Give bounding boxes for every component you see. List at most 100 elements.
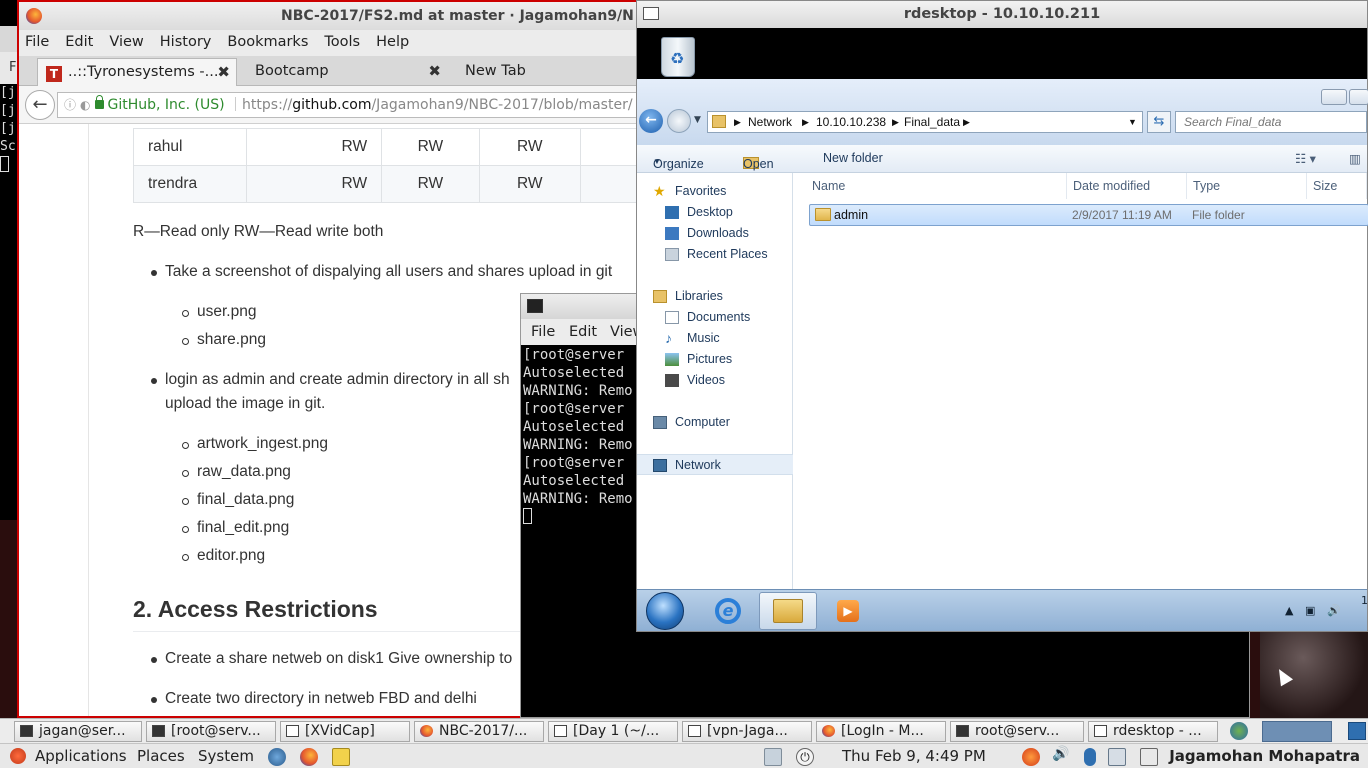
column-header-size[interactable]: Size bbox=[1307, 173, 1367, 199]
volume-icon[interactable]: 🔊 bbox=[1052, 746, 1070, 764]
back-arrow-icon[interactable]: ← bbox=[639, 109, 663, 133]
firefox-titlebar[interactable]: NBC-2017/FS2.md at master · Jagamohan9/N bbox=[19, 2, 638, 30]
menu-history[interactable]: History bbox=[152, 30, 220, 56]
menu-edit[interactable]: Edit bbox=[569, 324, 597, 340]
user-name[interactable]: Jagamohan Mohapatra bbox=[1169, 747, 1360, 765]
nav-music[interactable]: ♪ Music bbox=[637, 328, 793, 349]
back-button[interactable]: ← bbox=[25, 90, 55, 120]
menu-places[interactable]: Places bbox=[137, 747, 185, 765]
new-folder-button[interactable]: New folder bbox=[823, 151, 883, 165]
nav-recent-places[interactable]: Recent Places bbox=[637, 244, 793, 265]
menu-file[interactable]: File bbox=[19, 30, 57, 56]
update-alert-icon[interactable] bbox=[1022, 748, 1040, 766]
tab-tyronesystems[interactable]: T ..::Tyronesystems -... ✖ bbox=[37, 58, 237, 86]
minimize-button[interactable] bbox=[1321, 89, 1347, 105]
network-tray-icon[interactable]: ▣ bbox=[1305, 604, 1315, 617]
breadcrumb-final-data[interactable]: Final_data bbox=[904, 112, 960, 132]
taskbar-item[interactable]: rdesktop - ... bbox=[1088, 721, 1218, 742]
folder-icon bbox=[815, 208, 831, 221]
column-header-name[interactable]: Name bbox=[793, 173, 1067, 199]
menu-edit[interactable]: Edit bbox=[57, 30, 101, 56]
breadcrumb-network[interactable]: Network bbox=[748, 112, 792, 132]
column-header-type[interactable]: Type bbox=[1187, 173, 1307, 199]
terminal-output[interactable]: [root@server Autoselected WARNING: Remo [ro… bbox=[523, 346, 633, 526]
menu-system[interactable]: System bbox=[198, 747, 254, 765]
nav-pictures[interactable]: Pictures bbox=[637, 349, 793, 370]
nav-videos[interactable]: Videos bbox=[637, 370, 793, 391]
column-header-date[interactable]: Date modified bbox=[1067, 173, 1187, 199]
info-icon[interactable]: ⓘ bbox=[64, 98, 76, 112]
recycle-bin-icon[interactable] bbox=[661, 37, 695, 77]
list-item-continued: upload the image in git. bbox=[165, 395, 326, 412]
nav-desktop[interactable]: Desktop bbox=[637, 202, 793, 223]
maximize-button[interactable] bbox=[1349, 89, 1368, 105]
sub-bullet bbox=[182, 338, 189, 345]
close-icon[interactable]: ✖ bbox=[428, 58, 441, 84]
nav-downloads[interactable]: Downloads bbox=[637, 223, 793, 244]
media-player-icon[interactable]: ▶ bbox=[837, 600, 859, 622]
taskbar-label: [root@serv... bbox=[171, 723, 261, 739]
nav-documents[interactable]: Documents bbox=[637, 307, 793, 328]
address-bar[interactable]: ▶ Network ▶ 10.10.10.238 ▶ Final_data ▶ … bbox=[707, 111, 1143, 133]
nav-computer[interactable]: Computer bbox=[637, 412, 793, 433]
nav-libraries[interactable]: Libraries bbox=[637, 286, 793, 307]
nav-label: Videos bbox=[687, 373, 725, 387]
tray-expand-icon[interactable]: ▲ bbox=[1285, 604, 1293, 617]
taskbar-item[interactable]: [XVidCap] bbox=[280, 721, 410, 742]
list-item: final_data.png bbox=[197, 491, 295, 508]
preview-pane-icon[interactable]: ▥ bbox=[1349, 151, 1361, 166]
taskbar-item[interactable]: [LogIn - M... bbox=[816, 721, 946, 742]
globe-icon[interactable] bbox=[1230, 722, 1248, 740]
url-bar[interactable]: ⓘ ◐ GitHub, Inc. (US) https://github.com/J… bbox=[57, 92, 638, 118]
file-row[interactable]: admin 2/9/2017 11:19 AM File folder bbox=[809, 204, 1368, 226]
chevron-right-icon: ▶ bbox=[734, 117, 741, 127]
history-dropdown-icon[interactable]: ▼ bbox=[694, 115, 701, 125]
screenshot-icon[interactable] bbox=[764, 748, 782, 766]
nav-label: Documents bbox=[687, 310, 751, 324]
tab-bootcamp[interactable]: Bootcamp ✖ bbox=[247, 58, 447, 86]
forward-arrow-icon[interactable] bbox=[667, 109, 691, 133]
menu-file[interactable]: File bbox=[531, 324, 555, 340]
taskbar-item[interactable]: root@serv... bbox=[950, 721, 1084, 742]
rdesktop-titlebar[interactable]: rdesktop - 10.10.10.211 bbox=[637, 1, 1367, 28]
menu-tools[interactable]: Tools bbox=[316, 30, 368, 56]
volume-icon[interactable]: 🔊 bbox=[1327, 604, 1341, 617]
taskbar-item[interactable]: [root@serv... bbox=[146, 721, 276, 742]
refresh-icon[interactable]: ⇆ bbox=[1147, 111, 1171, 133]
taskbar-item[interactable]: NBC-2017/... bbox=[414, 721, 544, 742]
workspace-switcher[interactable] bbox=[1262, 721, 1332, 742]
nav-favorites[interactable]: ★ Favorites bbox=[637, 181, 793, 202]
search-input[interactable]: Search Final_data bbox=[1175, 111, 1367, 133]
table-cell: RW bbox=[246, 128, 383, 166]
close-icon[interactable]: ✖ bbox=[217, 59, 230, 85]
battery-icon[interactable] bbox=[1140, 748, 1158, 766]
notes-launcher-icon[interactable] bbox=[332, 748, 350, 766]
show-desktop-icon[interactable] bbox=[1348, 722, 1366, 740]
start-button[interactable] bbox=[646, 592, 684, 630]
view-options-icon[interactable]: ☷ ▾ bbox=[1295, 151, 1316, 166]
taskbar-item[interactable]: [Day 1 (~/... bbox=[548, 721, 678, 742]
sub-bullet bbox=[182, 554, 189, 561]
list-item: artwork_ingest.png bbox=[197, 435, 328, 452]
network-globe-icon[interactable] bbox=[268, 748, 286, 766]
menu-help[interactable]: Help bbox=[368, 30, 417, 56]
nav-network[interactable]: Network bbox=[637, 454, 793, 475]
tyrone-favicon: T bbox=[46, 66, 62, 82]
breadcrumb-ip[interactable]: 10.10.10.238 bbox=[816, 112, 886, 132]
bluetooth-icon[interactable] bbox=[1084, 748, 1096, 766]
internet-explorer-icon[interactable]: e bbox=[715, 598, 741, 624]
chevron-down-icon[interactable]: ▼ bbox=[1128, 112, 1137, 132]
power-icon[interactable]: ⏻ bbox=[796, 748, 814, 766]
firefox-launcher-icon[interactable] bbox=[300, 748, 318, 766]
clock[interactable]: Thu Feb 9, 4:49 PM bbox=[842, 747, 986, 765]
menu-applications[interactable]: Applications bbox=[35, 747, 127, 765]
taskbar-label: rdesktop - ... bbox=[1113, 723, 1202, 739]
permission-table: rahul RW RW RW trendra RW RW RW bbox=[132, 128, 638, 203]
network-status-icon[interactable] bbox=[1108, 748, 1126, 766]
tab-new-tab[interactable]: New Tab bbox=[457, 58, 637, 86]
list-item: Take a screenshot of dispalying all user… bbox=[165, 263, 613, 280]
menu-view[interactable]: View bbox=[101, 30, 151, 56]
menu-bookmarks[interactable]: Bookmarks bbox=[219, 30, 316, 56]
taskbar-item[interactable]: jagan@ser... bbox=[14, 721, 142, 742]
taskbar-item[interactable]: [vpn-Jaga... bbox=[682, 721, 812, 742]
